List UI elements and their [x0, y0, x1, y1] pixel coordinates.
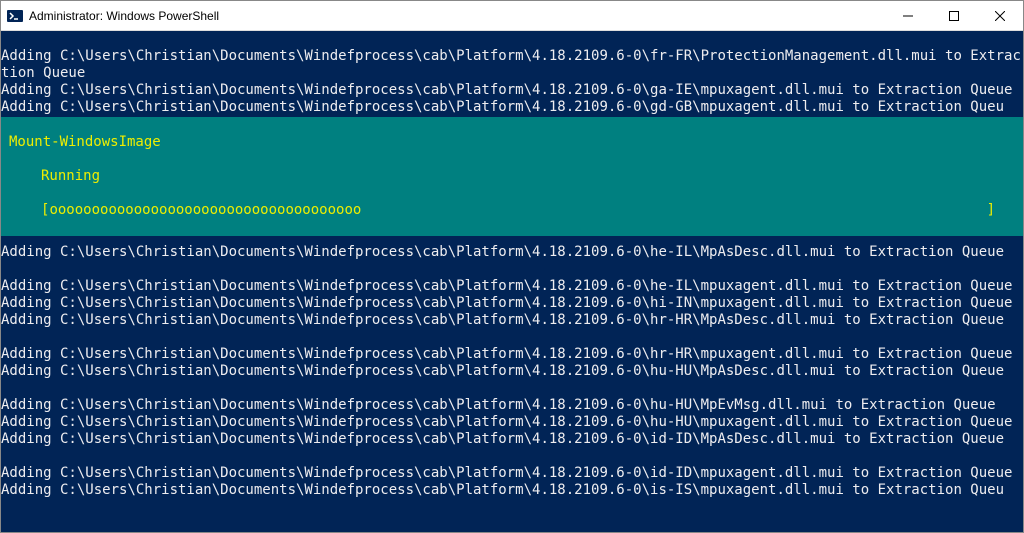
window-title: Administrator: Windows PowerShell [29, 9, 885, 23]
progress-bracket-close: ] [987, 202, 995, 219]
output-line: Adding C:\Users\Christian\Documents\Wind… [1, 346, 1012, 362]
output-line: Adding C:\Users\Christian\Documents\Wind… [1, 465, 1012, 481]
output-line: Adding C:\Users\Christian\Documents\Wind… [1, 482, 1004, 498]
output-line: Adding C:\Users\Christian\Documents\Wind… [1, 414, 1012, 430]
console-output[interactable]: Adding C:\Users\Christian\Documents\Wind… [1, 31, 1023, 532]
output-line: Adding C:\Users\Christian\Documents\Wind… [1, 99, 1004, 115]
progress-bar: [ooooooooooooooooooooooooooooooooooooo] [1, 202, 1023, 219]
progress-status: Running [1, 168, 1023, 185]
progress-indicator: Mount-WindowsImage Running [oooooooooooo… [1, 117, 1023, 236]
window-controls [885, 1, 1023, 30]
output-line: Adding C:\Users\Christian\Documents\Wind… [1, 312, 1004, 328]
output-line: Adding C:\Users\Christian\Documents\Wind… [1, 82, 1012, 98]
output-line: Adding C:\Users\Christian\Documents\Wind… [1, 363, 1004, 379]
titlebar[interactable]: Administrator: Windows PowerShell [1, 1, 1023, 31]
powershell-window: Administrator: Windows PowerShell Adding… [0, 0, 1024, 533]
maximize-button[interactable] [931, 1, 977, 30]
progress-title: Mount-WindowsImage [1, 134, 1023, 151]
output-line: Adding C:\Users\Christian\Documents\Wind… [1, 397, 996, 413]
powershell-icon [7, 8, 23, 24]
output-line: Adding C:\Users\Christian\Documents\Wind… [1, 295, 1012, 311]
minimize-button[interactable] [885, 1, 931, 30]
progress-fill: ooooooooooooooooooooooooooooooooooooo [49, 202, 361, 218]
output-line: Adding C:\Users\Christian\Documents\Wind… [1, 48, 1021, 81]
output-line: Adding C:\Users\Christian\Documents\Wind… [1, 244, 1004, 260]
output-line: Adding C:\Users\Christian\Documents\Wind… [1, 278, 1012, 294]
output-line: Adding C:\Users\Christian\Documents\Wind… [1, 431, 1004, 447]
close-button[interactable] [977, 1, 1023, 30]
